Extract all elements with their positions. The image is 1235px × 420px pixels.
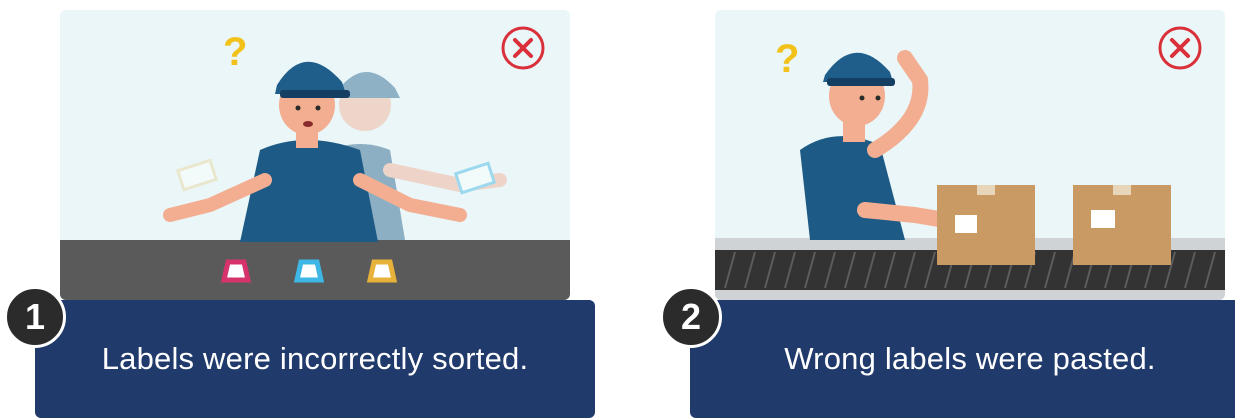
step-2-number: 2 (680, 296, 702, 337)
scene-1-art: ? (60, 26, 570, 300)
scene-2-caption-text: Wrong labels were pasted. (784, 341, 1156, 376)
scene-1-caption: Labels were incorrectly sorted. (35, 300, 595, 418)
question-mark-icon: ? (223, 30, 247, 74)
error-x-icon (1158, 26, 1202, 70)
question-mark-icon: ? (775, 37, 799, 81)
parcel-box-2 (1073, 185, 1171, 265)
scene-1-illustration: ? (60, 10, 570, 300)
error-x-icon (501, 26, 545, 70)
scene-1-caption-text: Labels were incorrectly sorted. (101, 341, 529, 376)
parcel-box-1 (937, 185, 1035, 265)
step-1-number: 1 (24, 296, 46, 337)
label-magenta (220, 259, 252, 283)
scene-2-illustration: ? (715, 10, 1225, 300)
worker-confused (163, 61, 467, 242)
label-yellow (366, 259, 398, 283)
scene-2-caption: Wrong labels were pasted. (690, 300, 1235, 418)
step-2-badge: 2 (660, 286, 722, 348)
label-blue (293, 259, 325, 283)
step-1-badge: 1 (4, 286, 66, 348)
scene-2-art: ? (715, 26, 1225, 300)
